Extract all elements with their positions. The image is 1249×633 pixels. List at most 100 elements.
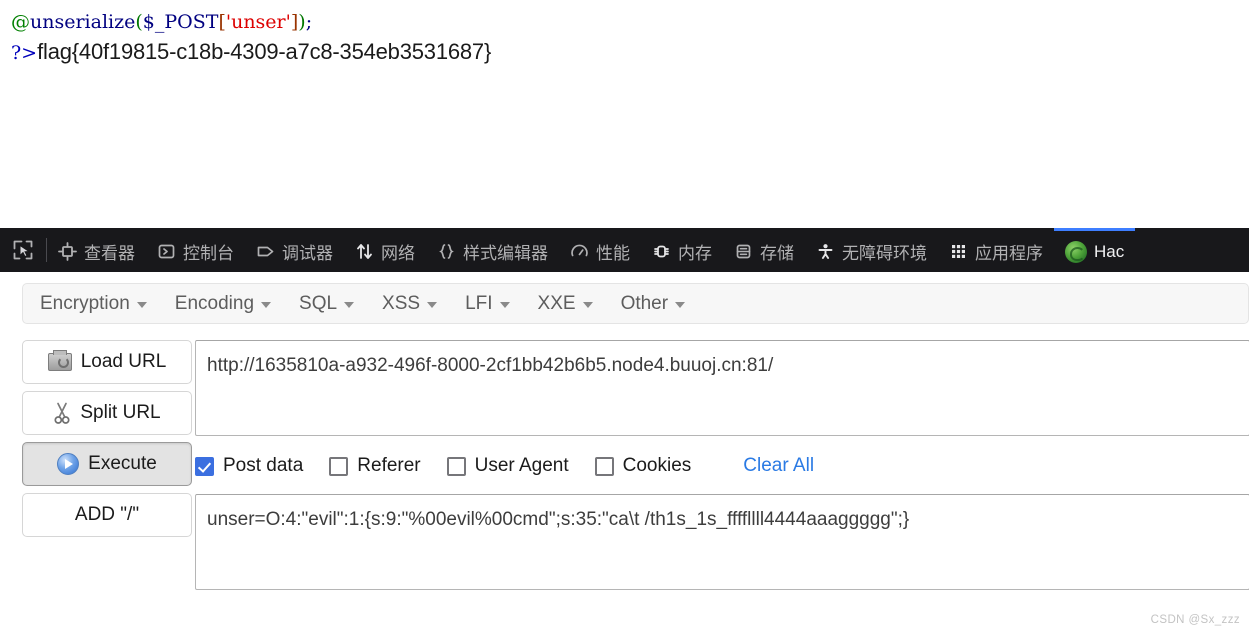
checkbox-referer[interactable] <box>329 456 349 476</box>
php-close-paren: ) <box>298 11 306 33</box>
checkbox-post-data[interactable] <box>195 456 214 476</box>
storage-icon <box>734 242 753 261</box>
chevron-down-icon <box>675 302 686 308</box>
php-open-bracket: [ <box>218 11 226 33</box>
element-picker-icon[interactable] <box>0 228 46 272</box>
devtools-tab-label: 样式编辑器 <box>463 244 548 263</box>
devtools-tab-console[interactable]: 控制台 <box>146 228 245 272</box>
php-output-line: ?>flag{40f19815-c18b-4309-a7c8-354eb3531… <box>0 37 1249 68</box>
php-close-tag: ?> <box>11 42 38 64</box>
menu-item-label: LFI <box>465 292 493 314</box>
firefox-hackbar-icon <box>1065 240 1087 263</box>
memory-chip-icon <box>652 242 671 261</box>
php-superglobal: $_POST <box>142 11 219 33</box>
menu-item-label: XSS <box>382 292 421 314</box>
button-label: Load URL <box>80 351 167 372</box>
devtools-tab-label: 性能 <box>596 244 630 263</box>
menu-item-other[interactable]: Other <box>607 284 700 323</box>
devtools-tab-label: 控制台 <box>183 244 234 263</box>
php-function-name: unserialize <box>30 11 136 33</box>
gauge-icon <box>570 242 589 261</box>
chevron-down-icon <box>261 302 272 308</box>
devtools-tab-label: 查看器 <box>84 244 135 263</box>
menu-item-label: Encoding <box>174 292 255 314</box>
post-data-input[interactable] <box>195 494 1249 590</box>
php-source-line: @unserialize($_POST['unser']); <box>0 0 1249 37</box>
devtools-tab-accessibility[interactable]: 无障碍环境 <box>805 228 938 272</box>
devtools-tab-label: 网络 <box>381 244 415 263</box>
menu-item-sql[interactable]: SQL <box>285 284 368 323</box>
devtools-tab-debugger[interactable]: 调试器 <box>245 228 344 272</box>
option-post-data[interactable]: Post data <box>195 455 303 477</box>
menu-item-label: SQL <box>299 292 338 314</box>
php-string-literal: 'unser' <box>225 11 291 33</box>
php-at-operator: @ <box>11 11 30 33</box>
accessibility-person-icon <box>816 242 835 261</box>
menu-item-label: XXE <box>537 292 576 314</box>
menu-item-encoding[interactable]: Encoding <box>161 284 285 323</box>
devtools-tab-label: Hac <box>1094 241 1125 261</box>
button-label: Execute <box>88 453 157 474</box>
play-circle-icon <box>57 453 80 475</box>
devtools-tab-label: 存储 <box>760 244 794 263</box>
braces-icon <box>437 242 456 261</box>
chevron-down-icon <box>344 302 355 308</box>
option-label: Post data <box>223 455 304 476</box>
inspector-icon <box>58 242 77 261</box>
flag-value: flag{40f19815-c18b-4309-a7c8-354eb353168… <box>37 39 492 64</box>
printer-icon <box>47 350 72 371</box>
option-referer[interactable]: Referer <box>329 455 421 477</box>
menu-item-xxe[interactable]: XXE <box>524 284 607 323</box>
option-cookies[interactable]: Cookies <box>594 455 691 477</box>
devtools-toolbar: 查看器 控制台 调试器 网络 样式编辑器 性能 内存 存储 无障碍环境 应用程序… <box>0 228 1249 273</box>
devtools-tab-label: 调试器 <box>282 244 333 263</box>
chevron-down-icon <box>499 302 510 308</box>
url-input[interactable] <box>195 340 1249 436</box>
load-url-button[interactable]: Load URL <box>22 340 192 384</box>
option-label: Referer <box>357 455 421 476</box>
clear-all-link[interactable]: Clear All <box>743 455 814 477</box>
add-slash-button[interactable]: ADD "/" <box>22 493 192 537</box>
chevron-down-icon <box>582 302 593 308</box>
scissors-icon <box>53 402 71 424</box>
hackbar-menubar: Encryption Encoding SQL XSS LFI XXE Othe… <box>22 283 1249 324</box>
devtools-tab-performance[interactable]: 性能 <box>559 228 641 272</box>
devtools-tab-inspector[interactable]: 查看器 <box>47 228 146 272</box>
chevron-down-icon <box>136 302 147 308</box>
execute-button[interactable]: Execute <box>22 442 192 486</box>
hackbar-body: Load URL Split URL Execute ADD "/" http:… <box>0 340 1249 590</box>
option-label: User Agent <box>474 455 569 476</box>
devtools-tab-memory[interactable]: 内存 <box>641 228 723 272</box>
menu-item-label: Other <box>620 292 669 314</box>
menu-item-xss[interactable]: XSS <box>368 284 451 323</box>
hackbar-button-column: Load URL Split URL Execute ADD "/" <box>0 340 195 544</box>
request-options-row: Post data Referer User Agent Cookies Cle… <box>195 452 1249 480</box>
chevron-down-icon <box>427 302 438 308</box>
menu-item-label: Encryption <box>40 292 130 314</box>
checkbox-user-agent[interactable] <box>446 456 466 476</box>
devtools-tab-label: 无障碍环境 <box>842 244 927 263</box>
menu-item-lfi[interactable]: LFI <box>451 284 523 323</box>
watermark: CSDN @Sx_zzz <box>1150 614 1240 626</box>
option-user-agent[interactable]: User Agent <box>446 455 569 477</box>
hackbar-field-column: Post data Referer User Agent Cookies Cle… <box>195 340 1249 590</box>
devtools-tab-network[interactable]: 网络 <box>344 228 426 272</box>
devtools-tab-application[interactable]: 应用程序 <box>938 228 1054 272</box>
grid-dots-icon <box>949 242 968 261</box>
checkbox-cookies[interactable] <box>594 456 614 476</box>
console-icon <box>157 242 176 261</box>
button-label: Split URL <box>80 402 161 423</box>
devtools-tab-label: 应用程序 <box>975 244 1043 263</box>
network-arrows-icon <box>355 242 374 261</box>
button-label: ADD "/" <box>74 504 140 525</box>
split-url-button[interactable]: Split URL <box>22 391 192 435</box>
debugger-icon <box>256 242 275 261</box>
devtools-tab-storage[interactable]: 存储 <box>723 228 805 272</box>
php-open-paren: ( <box>135 11 143 33</box>
devtools-tab-hackbar[interactable]: Hac <box>1054 228 1136 272</box>
browser-page-content: @unserialize($_POST['unser']); ?>flag{40… <box>0 0 1249 228</box>
devtools-tab-style-editor[interactable]: 样式编辑器 <box>426 228 559 272</box>
devtools-tab-label: 内存 <box>678 244 712 263</box>
menu-item-encryption[interactable]: Encryption <box>23 284 161 323</box>
hackbar-panel: Encryption Encoding SQL XSS LFI XXE Othe… <box>0 272 1249 633</box>
